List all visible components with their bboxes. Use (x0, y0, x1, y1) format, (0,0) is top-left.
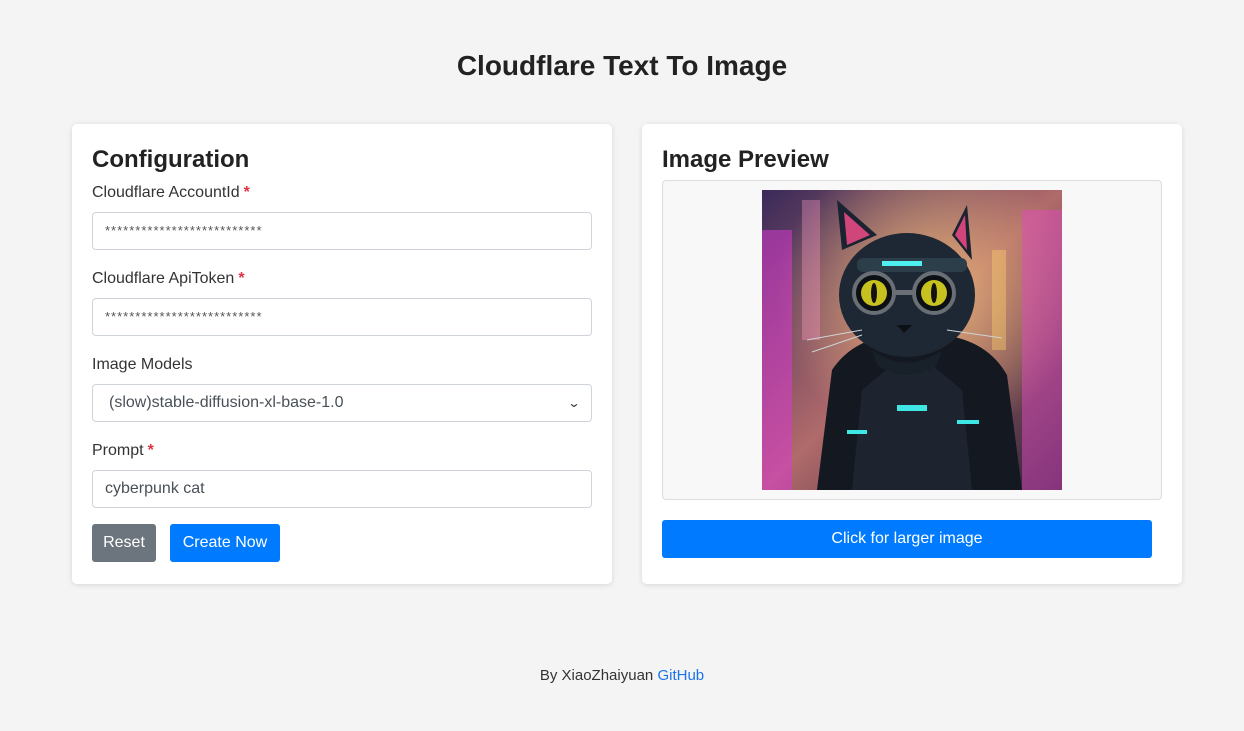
prompt-label: Prompt * (92, 442, 154, 460)
account-id-label-text: Cloudflare AccountId (92, 184, 240, 201)
required-marker: * (238, 270, 245, 287)
page-title: Cloudflare Text To Image (456, 50, 788, 81)
generated-image[interactable] (762, 190, 1062, 490)
required-marker: * (243, 184, 250, 201)
image-preview-heading: Image Preview (662, 146, 829, 173)
account-id-label: Cloudflare AccountId * (92, 184, 250, 202)
configuration-heading: Configuration (92, 146, 250, 173)
prompt-label-text: Prompt (92, 442, 144, 459)
footer: By XiaoZhaiyuan GitHub (0, 667, 1244, 684)
larger-image-button[interactable]: Click for larger image (662, 520, 1152, 558)
image-model-selected: (slow)stable-diffusion-xl-base-1.0 (109, 394, 344, 411)
required-marker: * (147, 442, 154, 459)
image-preview-frame (662, 180, 1162, 500)
create-now-button[interactable]: Create Now (170, 524, 280, 562)
image-preview-card: Image Preview Click for larger image (642, 124, 1182, 584)
github-link[interactable]: GitHub (657, 667, 704, 684)
reset-button[interactable]: Reset (92, 524, 156, 562)
image-model-select[interactable]: (slow)stable-diffusion-xl-base-1.0 ⌄ (92, 384, 592, 422)
prompt-input[interactable]: cyberpunk cat (92, 470, 592, 508)
footer-author: By XiaoZhaiyuan (539, 667, 654, 684)
image-models-label: Image Models (92, 356, 193, 373)
chevron-down-icon: ⌄ (567, 396, 581, 410)
configuration-card: Configuration Cloudflare AccountId * ****… (72, 124, 612, 584)
api-token-label-text: Cloudflare ApiToken (92, 270, 235, 287)
api-token-input[interactable]: ************************** (92, 298, 592, 336)
api-token-label: Cloudflare ApiToken * (92, 270, 245, 288)
account-id-input[interactable]: ************************** (92, 212, 592, 250)
